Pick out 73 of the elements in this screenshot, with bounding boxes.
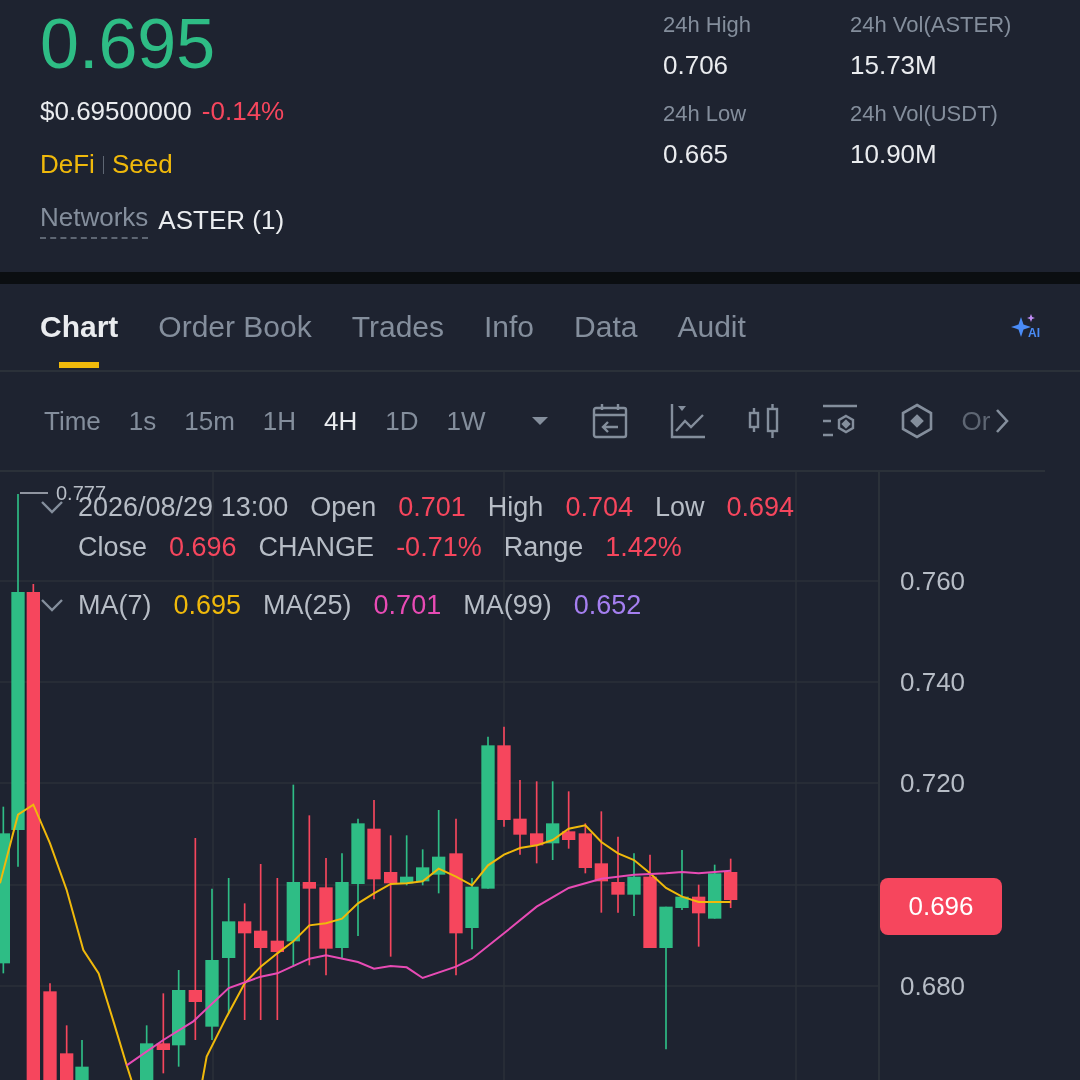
candlestick: [416, 848, 430, 887]
tab[interactable]: Info: [484, 284, 535, 370]
tab[interactable]: Audit: [677, 284, 746, 370]
ma-label: MA(7): [78, 590, 152, 620]
stat-value: 0.706: [663, 50, 730, 81]
ohlc-label: Low: [654, 492, 705, 522]
axis-label: 0.760: [900, 565, 966, 597]
stat-value: 0.665: [663, 139, 730, 170]
interval-option[interactable]: 1s: [128, 405, 157, 437]
ohlc-value: 0.696: [169, 532, 237, 562]
stat-value: 15.73M: [850, 50, 938, 81]
line-chart-icon[interactable]: [669, 403, 706, 439]
more-tools-label[interactable]: Or: [961, 405, 991, 437]
axis-label: 0.680: [900, 970, 966, 1002]
indicator-settings-icon[interactable]: [821, 403, 858, 439]
ohlc-value: 0.704: [565, 492, 633, 522]
category-tag[interactable]: DeFi: [40, 149, 95, 180]
chevron-right-icon[interactable]: [994, 408, 1009, 434]
ohlc-label: High: [487, 492, 544, 522]
ohlc-value: 0.694: [726, 492, 795, 522]
price-change: -0.14%: [201, 96, 285, 127]
candlestick: [60, 1024, 74, 1080]
last-price: 0.695: [40, 6, 217, 82]
chevron-down-icon[interactable]: [40, 598, 64, 612]
tab[interactable]: Trades: [351, 284, 444, 370]
candlestick: [75, 1039, 89, 1080]
ohlc-value: 1.42%: [605, 532, 682, 562]
networks-value: ASTER (1): [158, 205, 285, 236]
ohlc-label: Range: [503, 532, 584, 562]
interval-option[interactable]: 1W: [446, 405, 486, 437]
candlestick: [708, 863, 722, 920]
axis-label: 0.740: [900, 666, 966, 698]
ohlc-value: -0.71%: [396, 532, 482, 562]
candlestick: [578, 822, 592, 875]
candlestick: [675, 849, 689, 911]
ma-value: 0.652: [573, 590, 642, 620]
candlestick: [627, 852, 641, 917]
tab[interactable]: Data: [574, 284, 638, 370]
ma-label: MA(25): [263, 590, 352, 620]
tab[interactable]: Order Book: [158, 284, 312, 370]
candlestick: [562, 790, 576, 850]
interval-option[interactable]: Time: [44, 405, 101, 437]
hexagon-icon[interactable]: [899, 403, 934, 439]
candlestick: [724, 857, 738, 909]
stat-label: 24h High: [663, 12, 753, 38]
chevron-down-icon[interactable]: [40, 500, 64, 514]
candlestick: [400, 834, 414, 887]
current-price-badge: 0.696: [880, 878, 1002, 935]
candlestick-icon[interactable]: [747, 403, 780, 439]
calendar-icon[interactable]: [591, 403, 628, 439]
stat-value: 10.90M: [850, 139, 938, 170]
ohlc-value: 0.701: [398, 492, 466, 522]
candlestick: [140, 1024, 154, 1080]
leader-line: [19, 492, 49, 494]
stat-label: 24h Vol(USDT): [850, 101, 999, 127]
ma-label: MA(99): [463, 590, 552, 620]
interval-option[interactable]: 1H: [262, 405, 297, 437]
axis-label: 0.720: [900, 767, 966, 799]
stat-label: 24h Low: [663, 101, 748, 127]
ohlc-label: CHANGE: [258, 532, 375, 562]
candlestick: [692, 883, 706, 948]
interval-option[interactable]: 1D: [385, 405, 419, 437]
ma-value: 0.701: [373, 590, 442, 620]
interval-option[interactable]: 15m: [184, 405, 235, 437]
ohlc-label: Close: [78, 532, 148, 562]
stat-label: 24h Vol(ASTER): [850, 12, 1013, 38]
networks-label[interactable]: Networks: [40, 202, 149, 239]
fiat-price: $0.69500000: [40, 96, 192, 127]
ohlc-label: Open: [310, 492, 377, 522]
interval-option[interactable]: 4H: [324, 405, 358, 437]
ma-value: 0.695: [173, 590, 242, 620]
category-tag[interactable]: Seed: [111, 149, 173, 180]
tab[interactable]: Chart: [40, 284, 119, 370]
